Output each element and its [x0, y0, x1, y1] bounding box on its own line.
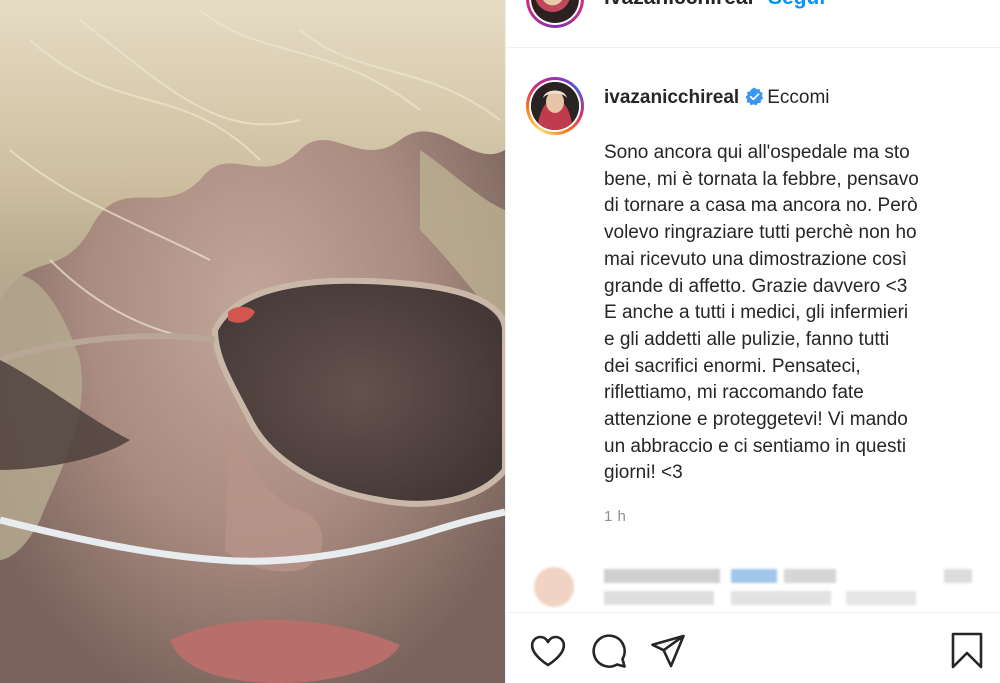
header-username[interactable]: ivazanicchireal: [604, 0, 753, 10]
post-panel: ivazanicchireal Segui ivazanicchireal: [505, 0, 1000, 683]
post-caption: Sono ancora qui all'ospedale ma sto bene…: [604, 142, 919, 484]
comment-icon[interactable]: [590, 632, 628, 670]
paper-plane-icon[interactable]: [649, 632, 687, 670]
avatar-photo: [531, 82, 579, 130]
blurred-comment: [526, 563, 1000, 615]
post-timestamp[interactable]: 1 h: [604, 508, 626, 525]
post-header: ivazanicchireal Segui: [506, 0, 1000, 48]
caption-header: ivazanicchireal Eccomi: [604, 86, 830, 110]
author-avatar[interactable]: [526, 77, 584, 135]
heart-icon[interactable]: [529, 632, 567, 670]
verified-badge-icon: [745, 87, 764, 106]
action-bar: [506, 612, 1000, 683]
bookmark-icon[interactable]: [948, 632, 986, 670]
follow-button[interactable]: Segui: [768, 0, 825, 10]
post-video-frame: [0, 0, 505, 683]
post-title: Eccomi: [767, 87, 830, 108]
post-media[interactable]: [0, 0, 505, 683]
header-avatar[interactable]: [526, 0, 584, 28]
post-caption-area: ivazanicchireal Eccomi Sono ancora qui a…: [506, 48, 1000, 607]
author-username[interactable]: ivazanicchireal: [604, 87, 739, 108]
